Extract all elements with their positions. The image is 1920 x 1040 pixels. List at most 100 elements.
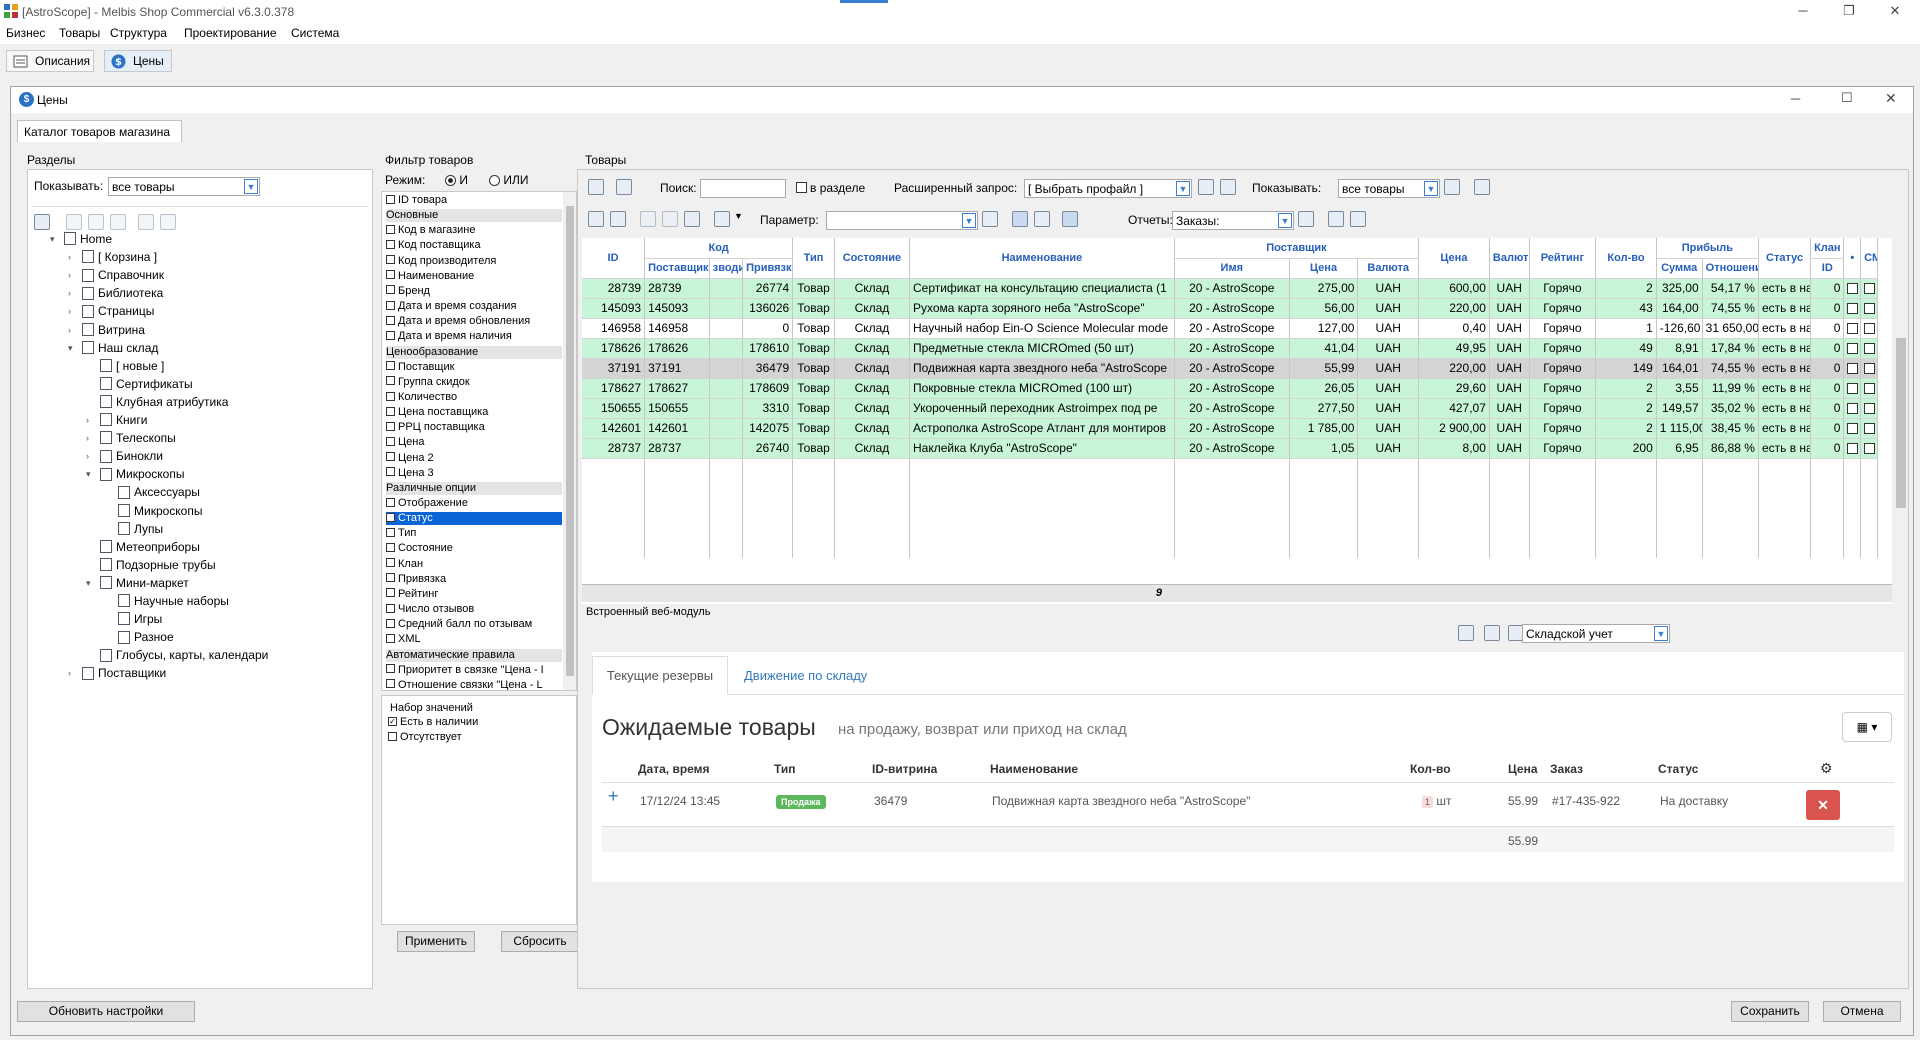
cell-flag-checkbox[interactable]: [1843, 298, 1862, 319]
radio-and[interactable]: И: [445, 173, 468, 187]
tree-node[interactable]: ▾ Наш склад: [68, 341, 158, 355]
col-type[interactable]: Тип: [792, 238, 835, 279]
export-icon[interactable]: [616, 179, 632, 195]
cell-bind[interactable]: 36479: [742, 358, 794, 379]
in-section-checkbox[interactable]: в разделе: [796, 181, 865, 195]
filter-checkbox[interactable]: [386, 618, 395, 628]
view-grid-icon[interactable]: [1012, 211, 1028, 227]
cell-code[interactable]: 28739: [644, 278, 710, 299]
cell-state[interactable]: Склад: [834, 298, 910, 319]
web-module-select[interactable]: Складской учет ▼: [1522, 624, 1670, 643]
filter-item[interactable]: Отображение: [386, 497, 562, 510]
cell-ratio[interactable]: 54,17 %: [1702, 278, 1759, 299]
cell-code2[interactable]: [709, 438, 744, 459]
cell-price[interactable]: 29,60: [1418, 378, 1490, 399]
cell-qty[interactable]: 2: [1595, 378, 1657, 399]
cell-price[interactable]: 220,00: [1418, 298, 1490, 319]
filter-checkbox[interactable]: [386, 436, 395, 446]
cell-name[interactable]: Астрополка AstroScope Атлант для монтиро…: [909, 418, 1175, 439]
menu-business[interactable]: Бизнес: [6, 26, 45, 40]
filter-checkbox[interactable]: [386, 421, 395, 431]
profile-settings-icon[interactable]: [1220, 179, 1236, 195]
cell-sum[interactable]: 164,00: [1656, 298, 1703, 319]
cell-code2[interactable]: [709, 318, 744, 339]
cell-sname[interactable]: 20 - AstroScope: [1174, 298, 1290, 319]
actions-icon[interactable]: [714, 211, 730, 227]
apply-button[interactable]: Применить: [397, 931, 475, 952]
cell-sum[interactable]: 325,00: [1656, 278, 1703, 299]
filter-item[interactable]: Код производителя: [386, 255, 562, 268]
tree-node[interactable]: › [ Корзина ]: [68, 250, 157, 264]
cell-status[interactable]: есть в налич: [1758, 298, 1812, 319]
cell-type[interactable]: Товар: [792, 318, 835, 339]
col-sup-currency[interactable]: Валюта: [1357, 258, 1419, 279]
col-state[interactable]: Состояние: [834, 238, 910, 279]
filter-item[interactable]: XML: [386, 633, 562, 646]
calc-price-icon[interactable]: [684, 211, 700, 227]
cell-cur[interactable]: UAH: [1489, 298, 1530, 319]
filter-checkbox[interactable]: [386, 361, 395, 371]
cell-id[interactable]: 142601: [582, 418, 646, 439]
cell-flag-checkbox[interactable]: [1860, 278, 1878, 299]
table-row[interactable]: 178627 178627 178609 Товар Склад Покровные ст…: [582, 378, 1878, 399]
value-absent[interactable]: Отсутствует: [388, 731, 462, 743]
menu-structure[interactable]: Структура: [110, 26, 167, 40]
minimize-icon[interactable]: ─: [1780, 0, 1826, 24]
filter-item[interactable]: РРЦ поставщика: [386, 421, 562, 434]
cell-name[interactable]: Научный набор Ein-O Science Molecular mo…: [909, 318, 1175, 339]
close-app-icon[interactable]: ✕: [1872, 0, 1918, 24]
tree-node[interactable]: Микроскопы: [118, 504, 202, 518]
col-sum[interactable]: Сумма: [1656, 258, 1703, 279]
filter-item[interactable]: Цена 2: [386, 452, 562, 465]
cell-scur[interactable]: UAH: [1357, 338, 1419, 359]
filter-checkbox[interactable]: [386, 376, 395, 386]
actions-dropdown-icon[interactable]: ▼: [734, 211, 743, 221]
filter-checkbox[interactable]: [386, 452, 395, 462]
cell-qty[interactable]: 1: [1595, 318, 1657, 339]
filter-checkbox[interactable]: [386, 543, 395, 553]
col-profit[interactable]: Прибыль: [1656, 238, 1759, 259]
cell-name[interactable]: Укороченный переходник Astroimpex под ре: [909, 398, 1175, 419]
tree-node[interactable]: › Бинокли: [86, 449, 163, 463]
col-currency[interactable]: Валюта: [1489, 238, 1530, 279]
collapse-icon[interactable]: ▾: [86, 469, 91, 480]
dialog-close-icon[interactable]: ✕: [1885, 90, 1897, 107]
view-play-icon[interactable]: [1062, 211, 1078, 227]
filter-item[interactable]: ✓ Статус: [386, 512, 562, 526]
expand-icon[interactable]: ›: [86, 415, 89, 425]
filter-item[interactable]: Клан: [386, 558, 562, 571]
cell-cur[interactable]: UAH: [1489, 318, 1530, 339]
filter-checkbox[interactable]: [386, 406, 395, 416]
cell-rating[interactable]: Горячо: [1529, 438, 1597, 459]
cell-price[interactable]: 600,00: [1418, 278, 1490, 299]
filter-checkbox[interactable]: [386, 603, 395, 613]
duplicate-icon[interactable]: [110, 214, 126, 230]
filter-checkbox[interactable]: [386, 224, 395, 234]
cell-flag-checkbox[interactable]: [1843, 378, 1862, 399]
cell-state[interactable]: Склад: [834, 278, 910, 299]
table-row[interactable]: 146958 146958 0 Товар Склад Научный набор Ein…: [582, 318, 1878, 339]
cell-flag-checkbox[interactable]: [1843, 438, 1862, 459]
tree-node[interactable]: Разное: [118, 630, 174, 644]
cell-rating[interactable]: Горячо: [1529, 338, 1597, 359]
dialog-minimize-icon[interactable]: ─: [1791, 91, 1800, 106]
filter-checkbox[interactable]: [386, 391, 395, 401]
tree-node[interactable]: › Книги: [86, 413, 147, 427]
cell-sprice[interactable]: 127,00: [1289, 318, 1359, 339]
filter-scrollbar[interactable]: [563, 192, 576, 690]
cell-qty[interactable]: 149: [1595, 358, 1657, 379]
cell-sum[interactable]: 8,91: [1656, 338, 1703, 359]
view-list-icon[interactable]: [1034, 211, 1050, 227]
filter-item[interactable]: Количество: [386, 391, 562, 404]
cell-name[interactable]: Подвижная карта звездного неба "AstroSco…: [909, 358, 1175, 379]
filter-item[interactable]: Код поставщика: [386, 239, 562, 252]
cell-state[interactable]: Склад: [834, 438, 910, 459]
cell-ratio[interactable]: 31 650,00: [1702, 318, 1759, 339]
col-qty[interactable]: Кол-во: [1595, 238, 1657, 279]
tree-node[interactable]: Научные наборы: [118, 594, 229, 608]
cell-type[interactable]: Товар: [792, 278, 835, 299]
cell-cur[interactable]: UAH: [1489, 358, 1530, 379]
col-flag2[interactable]: СМ: [1860, 238, 1878, 279]
cell-status[interactable]: есть в налич: [1758, 438, 1812, 459]
cell-type[interactable]: Товар: [792, 298, 835, 319]
